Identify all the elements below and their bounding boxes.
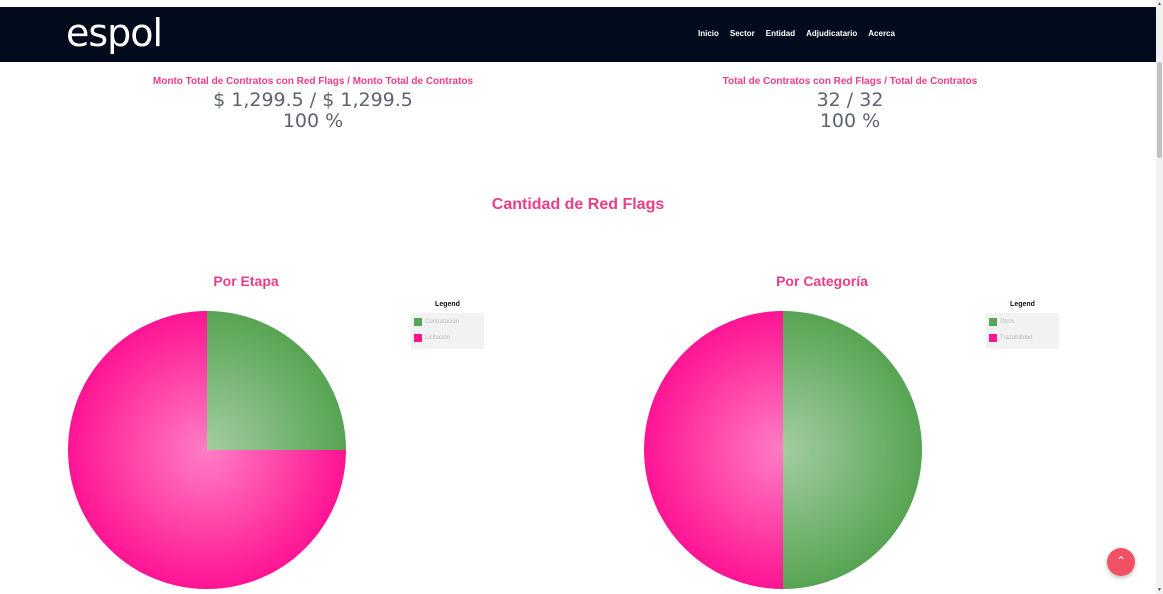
navbar: espol Inicio Sector Entidad Adjudicatari…	[0, 7, 1156, 62]
stat-count-title: Total de Contratos con Red Flags / Total…	[722, 76, 978, 87]
pie-slice-contratacion[interactable]	[207, 311, 346, 450]
legend-label: Licitación	[425, 335, 451, 341]
stat-count-value: 32 / 32	[816, 89, 884, 111]
stat-amount: Monto Total de Contratos con Red Flags /…	[113, 76, 513, 132]
legend-swatch-green	[414, 318, 422, 326]
legend-label: Contratación	[425, 319, 460, 325]
legend-por-categoria: Legend Otros Trazabilidad	[986, 301, 1059, 349]
pie-chart-por-categoria	[644, 311, 922, 589]
legend-label: Otros	[1000, 319, 1015, 325]
chart-title-por-categoria: Por Categoría	[776, 273, 868, 289]
scroll-to-top-button[interactable]: ⌃	[1107, 548, 1135, 576]
legend-swatch-pink	[414, 334, 422, 342]
legend-swatch-green	[989, 318, 997, 326]
stat-count-percent: 100 %	[819, 110, 881, 132]
legend-item-trazabilidad[interactable]: Trazabilidad	[989, 334, 1032, 342]
stat-amount-percent: 100 %	[282, 110, 344, 132]
nav-link-entidad[interactable]: Entidad	[766, 29, 795, 38]
legend-item-otros[interactable]: Otros	[989, 318, 1015, 326]
espol-logo[interactable]: espol	[66, 11, 163, 55]
pie-chart-por-etapa	[68, 311, 346, 589]
stat-count: Total de Contratos con Red Flags / Total…	[650, 76, 1050, 132]
legend-label: Trazabilidad	[1000, 335, 1033, 341]
chevron-up-icon: ⌃	[1115, 554, 1127, 568]
page-scrollbar[interactable]: ▲ ▼	[1156, 0, 1163, 594]
scroll-down-arrow-icon[interactable]: ▼	[1157, 587, 1162, 593]
nav-link-sector[interactable]: Sector	[730, 29, 755, 38]
nav-link-inicio[interactable]: Inicio	[698, 29, 719, 38]
nav-links: Inicio Sector Entidad Adjudicatario Acer…	[698, 29, 906, 38]
section-title: Cantidad de Red Flags	[491, 196, 665, 213]
scroll-up-arrow-icon[interactable]: ▲	[1157, 1, 1162, 7]
legend-swatch-pink	[989, 334, 997, 342]
nav-link-adjudicatario[interactable]: Adjudicatario	[806, 29, 857, 38]
stat-amount-value: $ 1,299.5 / $ 1,299.5	[213, 89, 413, 111]
scrollbar-thumb[interactable]	[1157, 62, 1162, 158]
legend-title: Legend	[435, 301, 460, 308]
nav-link-acerca[interactable]: Acerca	[868, 29, 895, 38]
chart-title-por-etapa: Por Etapa	[213, 273, 279, 289]
stat-amount-title: Monto Total de Contratos con Red Flags /…	[152, 76, 474, 87]
pie-slice-trazabilidad[interactable]	[644, 311, 783, 589]
pie-slice-otros[interactable]	[783, 311, 922, 589]
legend-item-contratacion[interactable]: Contratación	[414, 318, 459, 326]
legend-por-etapa: Legend Contratación Licitación	[411, 301, 484, 349]
legend-title: Legend	[1010, 301, 1035, 308]
legend-item-licitacion[interactable]: Licitación	[414, 334, 450, 342]
